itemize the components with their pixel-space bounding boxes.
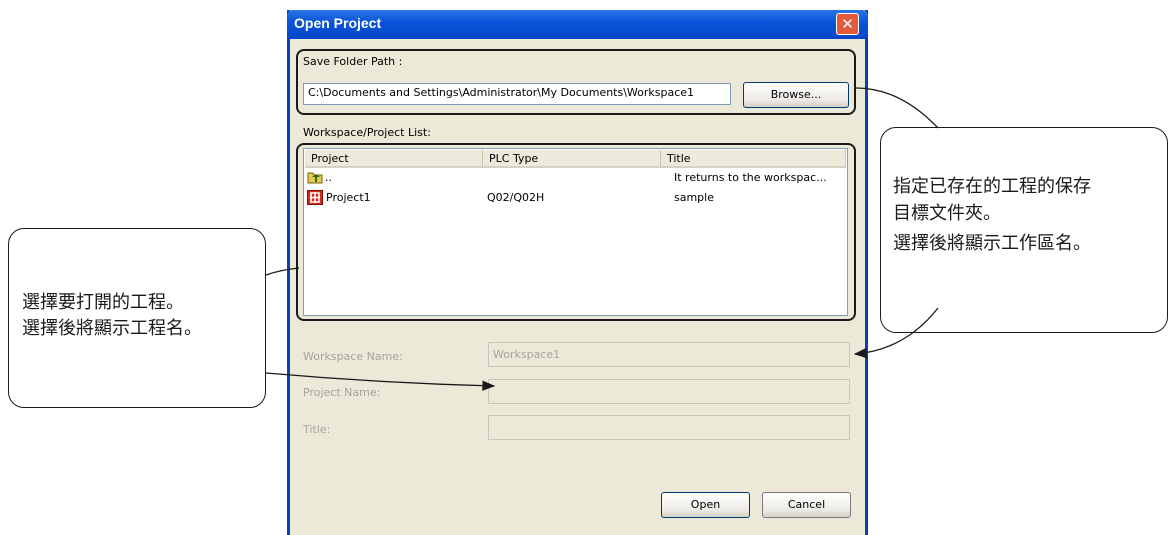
- right-arrow-to-workspace-name: [853, 307, 939, 359]
- right-connector-to-save-folder: [855, 87, 939, 129]
- annotation-connectors: [265, 87, 939, 391]
- left-connector-to-list: [265, 267, 300, 276]
- left-arrow-to-project-name: [265, 372, 496, 391]
